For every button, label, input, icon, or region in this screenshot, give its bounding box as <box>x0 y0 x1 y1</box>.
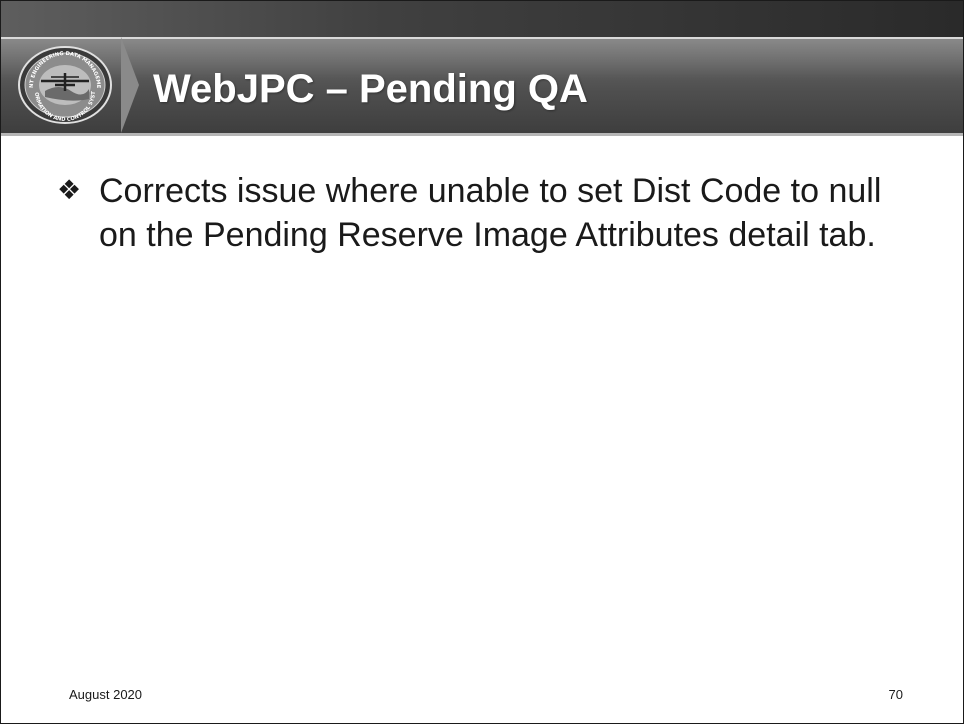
bullet-text: Corrects issue where unable to set Dist … <box>99 172 882 254</box>
diamond-quad-bullet-icon: ❖ <box>57 175 82 206</box>
jedmics-seal-icon: JOINT ENGINEERING DATA MANAGEMENT INFORM… <box>8 41 119 125</box>
slide: JOINT ENGINEERING DATA MANAGEMENT INFORM… <box>0 0 964 724</box>
bullet-item: ❖ Corrects issue where unable to set Dis… <box>57 169 917 257</box>
top-strip <box>1 1 963 37</box>
title-chevron <box>121 37 139 133</box>
footer-date: August 2020 <box>69 687 143 702</box>
slide-number: 70 <box>888 687 903 702</box>
bullet-list: ❖ Corrects issue where unable to set Dis… <box>57 169 917 257</box>
slide-title: WebJPC – Pending QA <box>153 67 588 111</box>
title-bar-divider <box>1 133 963 136</box>
